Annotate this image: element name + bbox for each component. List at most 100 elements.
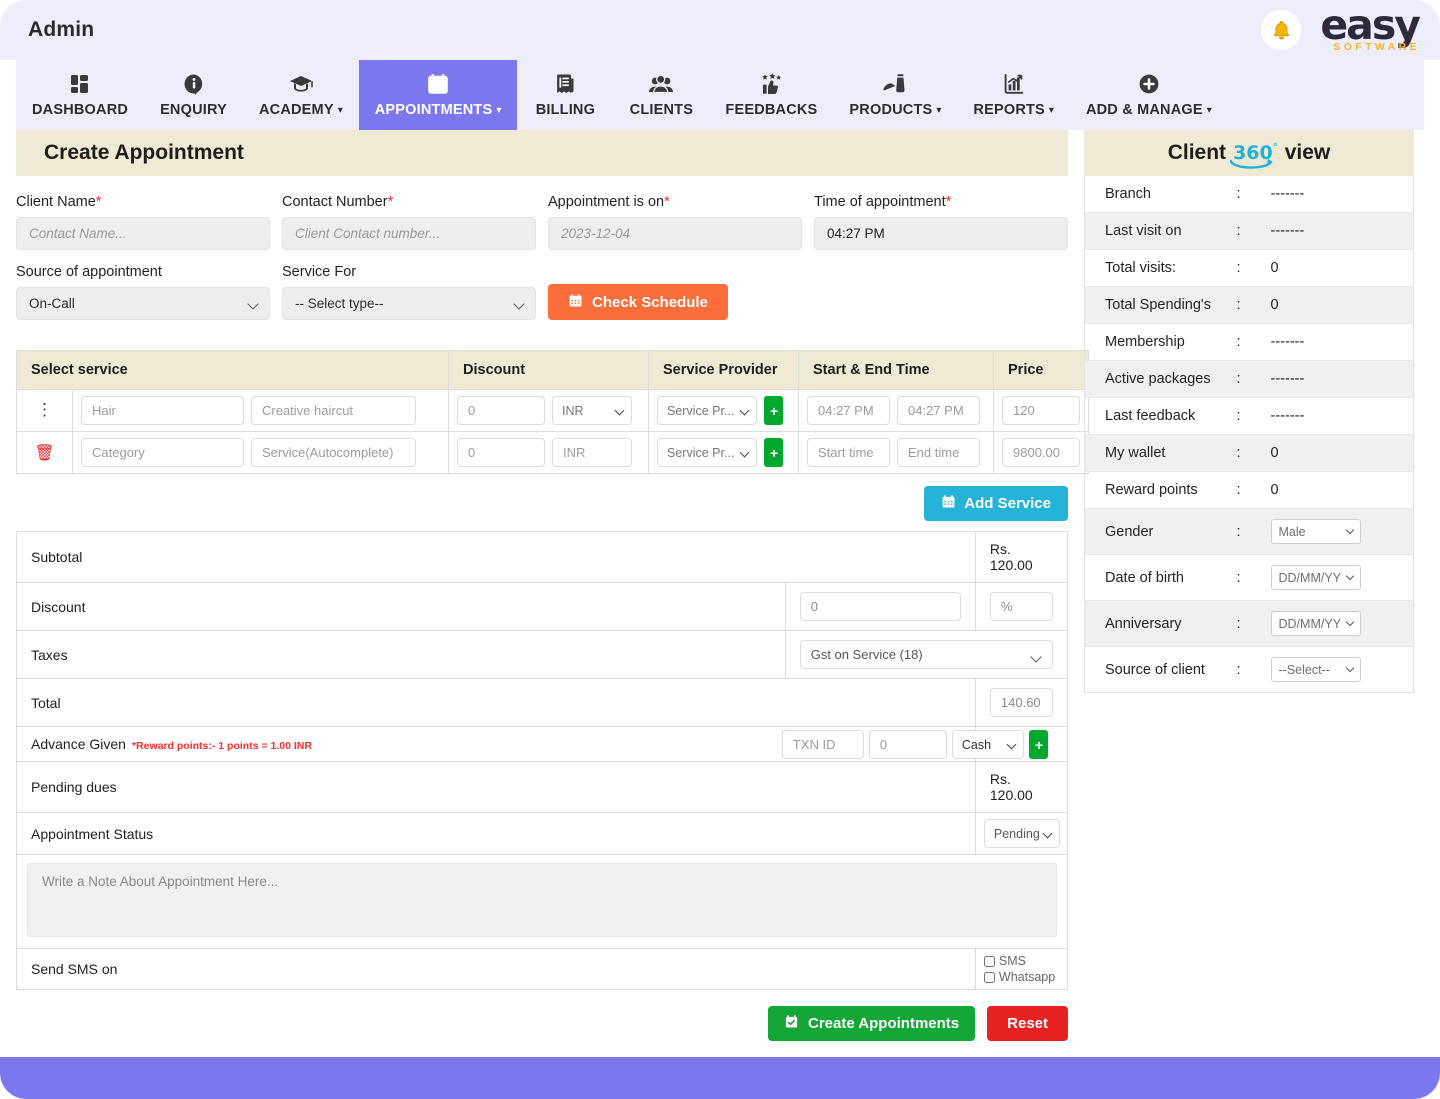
pending-dues-value: Rs. 120.00 — [975, 762, 1067, 813]
advance-mode-select[interactable]: Cash — [952, 730, 1024, 759]
col-start-end-time: Start & End Time — [799, 351, 994, 390]
sms-checkbox[interactable] — [984, 956, 995, 967]
service-input[interactable] — [251, 438, 416, 467]
service-for-select[interactable]: -- Select type-- — [282, 287, 536, 320]
nav-item-billing[interactable]: BILLING — [517, 60, 613, 130]
logo-subtext: SOFTWARE — [1333, 41, 1420, 53]
add-provider-button[interactable]: + — [764, 396, 783, 425]
total-label: Total — [17, 679, 976, 727]
discount-input[interactable] — [457, 396, 545, 425]
nav-item-enquiry[interactable]: ENQUIRY — [144, 60, 243, 130]
time-inputs — [807, 396, 985, 425]
advance-txn-input[interactable] — [782, 730, 864, 759]
add-service-button[interactable]: Add Service — [924, 486, 1068, 521]
create-appointments-label: Create Appointments — [808, 1015, 959, 1032]
add-service-row: Add Service — [16, 486, 1068, 521]
kebab-menu-icon[interactable]: ⋮ — [36, 400, 53, 419]
discount-input[interactable] — [457, 438, 545, 467]
c360-value-active-packages: ------- — [1271, 361, 1414, 398]
currency-input[interactable] — [552, 438, 632, 467]
sms-option-whatsapp[interactable]: Whatsapp — [984, 970, 1059, 984]
c360-key-source-of-client: Source of client — [1085, 647, 1237, 693]
nav-item-feedbacks[interactable]: FEEDBACKS — [709, 60, 833, 130]
logo-wordmark: easy — [1320, 7, 1419, 45]
discount-label: Discount — [17, 583, 786, 631]
c360-separator: : — [1237, 398, 1271, 435]
nav-item-clients[interactable]: CLIENTS — [613, 60, 709, 130]
price-input[interactable] — [1002, 396, 1080, 425]
category-input[interactable] — [81, 438, 244, 467]
create-appointments-button[interactable]: Create Appointments — [768, 1006, 975, 1041]
nav-item-reports[interactable]: REPORTS▾ — [957, 60, 1070, 130]
calendar-icon — [941, 494, 956, 513]
c360-key-total-visits: Total visits: — [1085, 250, 1237, 287]
discount-unit-input[interactable] — [990, 592, 1053, 621]
end-time-input[interactable] — [897, 438, 980, 467]
c360-separator: : — [1237, 287, 1271, 324]
client-name-input[interactable] — [16, 217, 270, 250]
taxes-select-wrap: Gst on Service (18) — [800, 640, 1053, 669]
bell-icon[interactable] — [1261, 10, 1301, 50]
content-area: Create Appointment Client Name* Contact … — [0, 130, 1440, 1041]
c360-value-cell: --Select-- — [1271, 647, 1414, 693]
appointment-status-select[interactable]: Pending — [984, 819, 1060, 848]
taxes-select[interactable]: Gst on Service (18) — [800, 640, 1053, 669]
sms-option-sms[interactable]: SMS — [984, 954, 1059, 968]
nav-item-label-wrap: PRODUCTS▾ — [849, 102, 941, 118]
discount-amount-input[interactable] — [800, 592, 961, 621]
c360-select-anniversary[interactable]: DD/MM/YY — [1271, 611, 1361, 636]
time-inputs — [807, 438, 985, 467]
service-input[interactable] — [251, 396, 416, 425]
c360-key-membership: Membership — [1085, 324, 1237, 361]
nav-item-add-manage[interactable]: ADD & MANAGE▾ — [1070, 60, 1228, 130]
source-of-appointment-select[interactable]: On-Call — [16, 287, 270, 320]
client-360-row: My wallet:0 — [1085, 435, 1414, 472]
sms-checkbox[interactable] — [984, 972, 995, 983]
c360-select-gender[interactable]: Male — [1271, 519, 1361, 544]
appointment-time-input[interactable] — [814, 217, 1068, 250]
add-provider-button[interactable]: + — [764, 438, 783, 467]
row-send-sms: Send SMS on SMS Whatsapp — [17, 949, 1068, 990]
end-time-input[interactable] — [897, 396, 980, 425]
start-time-input[interactable] — [807, 396, 890, 425]
nav-item-label: ENQUIRY — [160, 102, 227, 118]
nav-item-label: DASHBOARD — [32, 102, 128, 118]
reset-button[interactable]: Reset — [987, 1006, 1068, 1041]
nav-item-label-wrap: ADD & MANAGE▾ — [1086, 102, 1212, 118]
people-icon — [648, 71, 674, 97]
c360-select-date-of-birth[interactable]: DD/MM/YY — [1271, 565, 1361, 590]
send-sms-options-cell: SMS Whatsapp — [975, 949, 1067, 990]
c360-select-source-of-client[interactable]: --Select-- — [1271, 657, 1361, 682]
client-360-row: Total visits::0 — [1085, 250, 1414, 287]
nav-item-products[interactable]: PRODUCTS▾ — [833, 60, 957, 130]
advance-amount-input[interactable] — [869, 730, 947, 759]
price-input[interactable] — [1002, 438, 1080, 467]
c360-separator: : — [1237, 250, 1271, 287]
provider-select-wrap: Service Pr... — [657, 438, 757, 467]
nav-item-dashboard[interactable]: DASHBOARD — [16, 60, 144, 130]
send-sms-label: Send SMS on — [17, 949, 976, 990]
service-provider-select[interactable]: Service Pr... — [657, 438, 757, 467]
appointment-date-input[interactable] — [548, 217, 802, 250]
nav-item-academy[interactable]: ACADEMY▾ — [243, 60, 359, 130]
field-appointment-date: Appointment is on* — [548, 194, 802, 250]
nav-item-label-wrap: REPORTS▾ — [973, 102, 1054, 118]
field-contact-number: Contact Number* — [282, 194, 536, 250]
service-provider-select[interactable]: Service Pr... — [657, 396, 757, 425]
check-schedule-button[interactable]: Check Schedule — [548, 284, 728, 320]
bar-chart-icon — [1002, 71, 1026, 97]
appointment-note-textarea[interactable] — [27, 863, 1057, 937]
trash-icon[interactable]: 🗑 — [34, 445, 54, 462]
service-table-header-row: Select service Discount Service Provider… — [17, 351, 1089, 390]
currency-select[interactable]: INR — [552, 396, 632, 425]
c360-key-last-feedback: Last feedback — [1085, 398, 1237, 435]
c360-separator: : — [1237, 176, 1271, 213]
subtotal-label: Subtotal — [17, 532, 976, 583]
total-value-input[interactable] — [990, 688, 1053, 717]
nav-item-appointments[interactable]: APPOINTMENTS▾ — [359, 60, 518, 130]
start-time-input[interactable] — [807, 438, 890, 467]
add-advance-button[interactable]: + — [1029, 730, 1048, 759]
client-360-row: Membership:------- — [1085, 324, 1414, 361]
contact-number-input[interactable] — [282, 217, 536, 250]
category-input[interactable] — [81, 396, 244, 425]
